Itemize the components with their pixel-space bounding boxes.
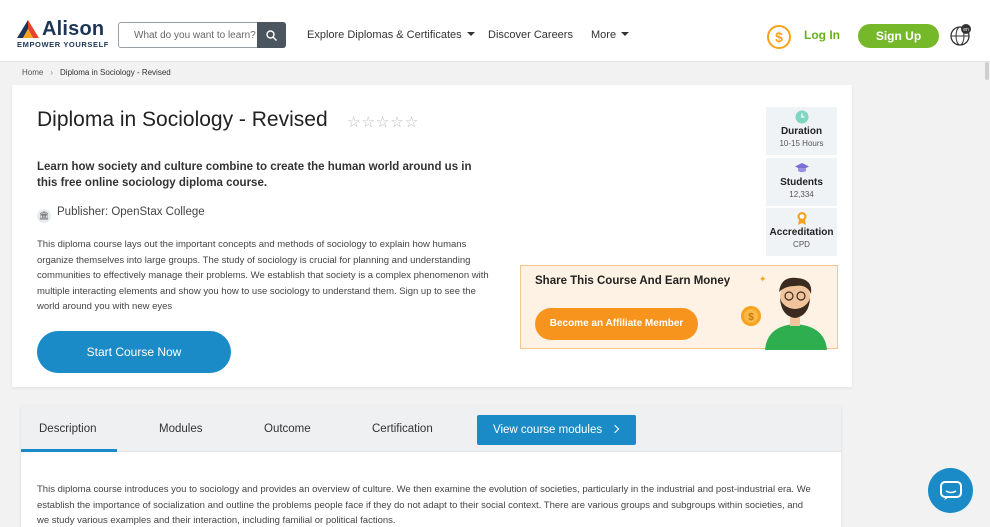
page-scrollbar[interactable]	[984, 62, 990, 527]
stat-accreditation-label: Accreditation	[769, 227, 834, 238]
page-title: Diploma in Sociology - Revised	[37, 108, 328, 131]
view-course-modules-button[interactable]: View course modules	[477, 415, 636, 445]
course-lead: Learn how society and culture combine to…	[37, 161, 472, 189]
tab-certification[interactable]: Certification	[372, 423, 433, 435]
chevron-down-icon	[621, 32, 630, 36]
login-button[interactable]: Log In	[804, 28, 840, 42]
chevron-right-icon	[610, 424, 620, 434]
stat-duration-label: Duration	[780, 126, 823, 137]
become-affiliate-button[interactable]: Become an Affiliate Member	[535, 308, 698, 340]
clock-icon	[795, 110, 809, 124]
search-button[interactable]	[257, 22, 286, 48]
dollar-coin-icon[interactable]: $	[767, 25, 791, 49]
breadcrumb-home[interactable]: Home	[22, 68, 43, 77]
nav-discover-careers[interactable]: Discover Careers	[488, 29, 573, 41]
search-icon	[266, 29, 277, 41]
start-course-button[interactable]: Start Course Now	[37, 331, 231, 373]
tab-bar: Description Modules Outcome Certificatio…	[21, 406, 841, 452]
stat-students-label: Students	[780, 177, 823, 188]
svg-text:✦: ✦	[759, 274, 767, 284]
logo-mark-icon	[17, 20, 39, 38]
award-icon	[797, 212, 807, 225]
chat-button[interactable]	[928, 468, 973, 513]
site-header: Alison EMPOWER YOURSELF Explore Diplomas…	[0, 0, 990, 62]
alison-logo[interactable]: Alison EMPOWER YOURSELF	[17, 18, 109, 50]
affiliate-banner: Share This Course And Earn Money Become …	[520, 265, 838, 350]
affiliate-illustration: $ ✦	[741, 274, 827, 350]
globe-icon[interactable]: en	[949, 24, 971, 46]
breadcrumb: Home › Diploma in Sociology - Revised	[22, 68, 171, 77]
publisher: 🏛 Publisher: OpenStax College	[37, 206, 205, 223]
nav-more[interactable]: More	[591, 29, 630, 41]
logo-tagline: EMPOWER YOURSELF	[17, 40, 109, 49]
stat-accreditation-value: CPD	[793, 240, 810, 249]
nav-careers-label: Discover Careers	[488, 29, 573, 41]
nav-more-label: More	[591, 29, 617, 41]
course-overview-card: Diploma in Sociology - Revised ☆☆☆☆☆ Lea…	[12, 85, 852, 387]
stat-students: Students 12,334	[766, 158, 837, 206]
view-course-modules-label: View course modules	[493, 424, 603, 436]
graduation-cap-icon	[795, 163, 809, 173]
tab-description[interactable]: Description	[39, 423, 97, 435]
scrollbar-thumb[interactable]	[985, 62, 989, 80]
nav-explore-diplomas[interactable]: Explore Diplomas & Certificates	[307, 29, 475, 41]
affiliate-coin-symbol: $	[748, 312, 754, 323]
breadcrumb-current: Diploma in Sociology - Revised	[60, 68, 171, 77]
active-tab-indicator	[21, 449, 117, 452]
language-badge: en	[963, 27, 969, 33]
tab-outcome[interactable]: Outcome	[264, 423, 311, 435]
stat-duration-value: 10-15 Hours	[779, 139, 824, 148]
stat-students-value: 12,334	[789, 190, 814, 199]
chevron-down-icon	[466, 32, 475, 36]
search-box	[118, 22, 286, 48]
tab-description-body: This diploma course introduces you to so…	[37, 484, 811, 526]
logo-name: Alison	[42, 18, 105, 40]
publisher-label: Publisher: OpenStax College	[57, 206, 205, 218]
nav-explore-label: Explore Diplomas & Certificates	[307, 29, 462, 41]
chevron-right-icon: ›	[50, 68, 54, 77]
stat-duration: Duration 10-15 Hours	[766, 107, 837, 155]
course-description: This diploma course lays out the importa…	[37, 239, 489, 312]
rating-stars: ☆☆☆☆☆	[347, 114, 420, 131]
affiliate-title: Share This Course And Earn Money	[535, 275, 731, 287]
institution-icon: 🏛	[37, 209, 51, 223]
chat-icon	[939, 480, 962, 500]
search-input[interactable]	[119, 23, 257, 47]
signup-button[interactable]: Sign Up	[858, 24, 939, 48]
course-details-card: Description Modules Outcome Certificatio…	[21, 406, 841, 527]
stat-accreditation: Accreditation CPD	[766, 208, 837, 256]
tab-modules[interactable]: Modules	[159, 423, 202, 435]
